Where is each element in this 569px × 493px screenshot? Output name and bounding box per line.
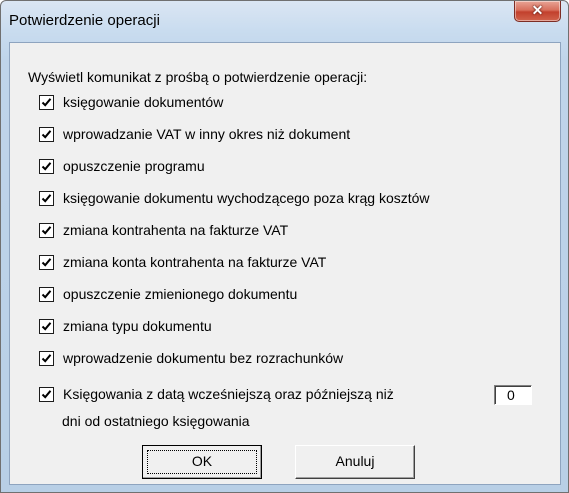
- checkmark-icon: [41, 322, 52, 331]
- option-label: księgowanie dokumentów: [63, 94, 224, 110]
- option-label: księgowanie dokumentu wychodzącego poza …: [63, 190, 430, 206]
- checkbox-vat-other-period[interactable]: [39, 127, 54, 142]
- option-label: wprowadzanie VAT w inny okres niż dokume…: [63, 126, 351, 142]
- checkbox-document-without-settlements[interactable]: [39, 351, 54, 366]
- checkmark-icon: [41, 162, 52, 171]
- checkbox-posting-documents[interactable]: [39, 95, 54, 110]
- checkmark-icon: [41, 290, 52, 299]
- checkbox-posting-date-range[interactable]: [39, 387, 54, 402]
- cancel-button[interactable]: Anuluj: [295, 445, 415, 479]
- focus-rectangle: [147, 450, 257, 474]
- days-suffix-label: dni od ostatniego księgowania: [62, 413, 250, 429]
- checkbox-change-contractor[interactable]: [39, 223, 54, 238]
- checkmark-icon: [41, 194, 52, 203]
- checkbox-exit-modified-document[interactable]: [39, 287, 54, 302]
- checkbox-outgoing-beyond-costs[interactable]: [39, 191, 54, 206]
- checkmark-icon: [41, 390, 52, 399]
- ok-button[interactable]: OK: [142, 445, 262, 479]
- checkmark-icon: [41, 98, 52, 107]
- option-label: opuszczenie programu: [63, 158, 205, 174]
- checkbox-change-contractor-account[interactable]: [39, 255, 54, 270]
- option-label: zmiana kontrahenta na fakturze VAT: [63, 222, 289, 238]
- checkbox-exit-program[interactable]: [39, 159, 54, 174]
- option-label: zmiana konta kontrahenta na fakturze VAT: [63, 254, 327, 270]
- cancel-button-label: Anuluj: [335, 453, 375, 469]
- option-label: opuszczenie zmienionego dokumentu: [63, 286, 298, 302]
- option-label: Księgowania z datą wcześniejszą oraz póź…: [63, 386, 394, 402]
- close-button[interactable]: ✕: [514, 1, 561, 22]
- dialog-title: Potwierdzenie operacji: [9, 12, 160, 29]
- close-icon: ✕: [531, 2, 544, 18]
- option-label: wprowadzenie dokumentu bez rozrachunków: [63, 350, 344, 366]
- checkmark-icon: [41, 226, 52, 235]
- days-input[interactable]: 0: [494, 385, 532, 405]
- checkmark-icon: [41, 130, 52, 139]
- option-label: zmiana typu dokumentu: [63, 318, 212, 334]
- checkmark-icon: [41, 258, 52, 267]
- checkbox-change-document-type[interactable]: [39, 319, 54, 334]
- prompt-text: Wyświetl komunikat z prośbą o potwierdze…: [28, 69, 368, 85]
- checkmark-icon: [41, 354, 52, 363]
